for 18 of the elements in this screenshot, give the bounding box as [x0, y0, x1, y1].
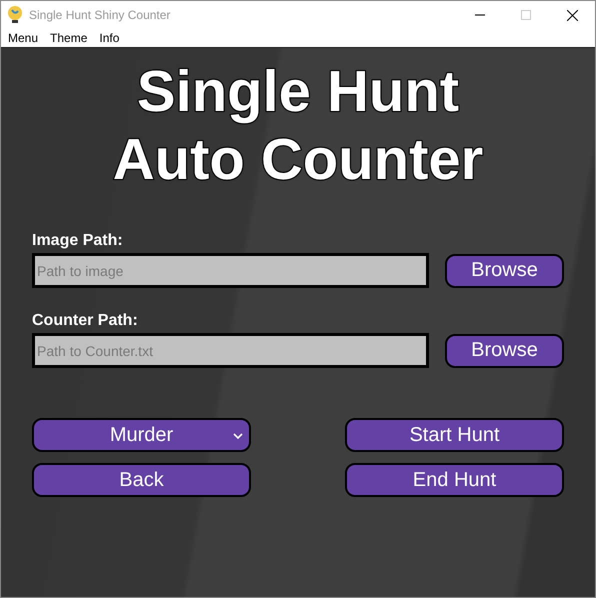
action-button[interactable]: Start Hunt [345, 418, 564, 452]
action-button[interactable]: Back [32, 463, 251, 497]
menu-item[interactable]: Theme [50, 31, 88, 45]
chevron-icon [233, 433, 243, 439]
close-icon[interactable] [566, 10, 578, 20]
field-label: Counter Path: [32, 312, 139, 330]
path-field[interactable]: Path to image [32, 253, 429, 288]
field-label: Image Path: [32, 232, 124, 250]
path-field[interactable]: Path to Counter.txt [32, 333, 429, 368]
hunt-dropdown[interactable]: Murder [32, 418, 251, 452]
browse-button[interactable]: Browse [445, 334, 564, 368]
menu-item[interactable]: Menu [8, 31, 38, 45]
browse-button[interactable]: Browse [445, 254, 564, 288]
lightbulb-icon [7, 6, 23, 24]
window-title: Single Hunt Shiny Counter [29, 8, 172, 22]
action-button[interactable]: End Hunt [345, 463, 564, 497]
menu-item[interactable]: Info [99, 31, 120, 45]
app-heading: Single Hunt Auto Counter [112, 58, 484, 194]
